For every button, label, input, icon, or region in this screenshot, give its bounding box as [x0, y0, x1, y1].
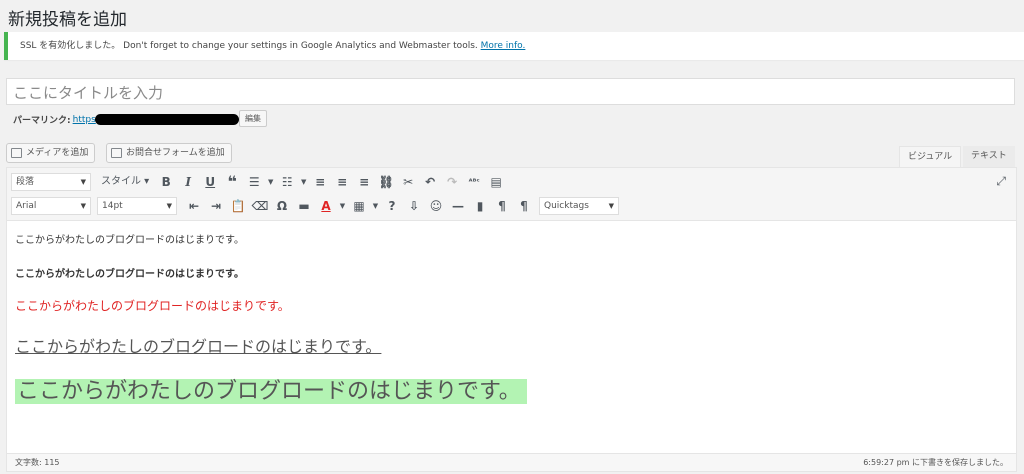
highlighted-text: ここからがわたしのブログロードのはじまりです。: [15, 379, 527, 404]
align-right-icon[interactable]: ≡: [353, 172, 375, 192]
chevron-down-icon[interactable]: ▼: [298, 172, 309, 192]
table-icon[interactable]: ▦: [348, 196, 370, 216]
post-title-input[interactable]: ここにタイトルを入力: [6, 78, 1015, 105]
add-form-button[interactable]: お問合せフォームを追加: [106, 143, 232, 163]
redo-icon[interactable]: ↷: [441, 172, 463, 192]
font-family-value: Arial: [16, 201, 37, 211]
add-media-button[interactable]: メディアを追加: [6, 143, 96, 163]
editor-statusbar: 文字数: 115 6:59:27 pm に下書きを保存しました。: [7, 453, 1016, 471]
help-icon[interactable]: ?: [381, 196, 403, 216]
redacted-url: [95, 114, 239, 125]
insert-icon[interactable]: ⇩: [403, 196, 425, 216]
text-color-icon[interactable]: A: [315, 196, 337, 216]
unlink-icon[interactable]: ✂: [397, 172, 419, 192]
special-char-icon[interactable]: Ω: [271, 196, 293, 216]
outdent-icon[interactable]: ⇤: [183, 196, 205, 216]
notice-text: SSL を有効化しました。 Don't forget to change you…: [20, 41, 478, 51]
paste-text-icon[interactable]: 📋: [227, 196, 249, 216]
underline-icon[interactable]: U: [199, 172, 221, 192]
styles-label: スタイル: [101, 176, 141, 187]
link-icon[interactable]: ⛓: [375, 172, 397, 192]
media-icon: [11, 148, 22, 158]
permalink-label: パーマリンク:: [13, 116, 71, 126]
numbered-list-icon[interactable]: ☷: [276, 172, 298, 192]
horizontal-line-icon[interactable]: ▬: [293, 196, 315, 216]
chevron-down-icon[interactable]: ▼: [265, 172, 276, 192]
fullscreen-icon[interactable]: ⤢: [996, 174, 1006, 189]
editor-toolbar: 段落 ▼ スタイル ▾ B I U ❝ ☰ ▼ ☷ ▼ ≡ ≡ ≡ ⛓ ✂ ↶ ↷…: [7, 168, 1016, 221]
bullet-list-icon[interactable]: ☰: [243, 172, 265, 192]
add-media-label: メディアを追加: [26, 148, 89, 158]
page-title: 新規投稿を追加: [8, 10, 127, 30]
bold-icon[interactable]: B: [155, 172, 177, 192]
font-size-select[interactable]: 14pt ▼: [97, 197, 177, 215]
clear-formatting-icon[interactable]: ⌫: [249, 196, 271, 216]
page-break-icon[interactable]: ▮: [469, 196, 491, 216]
content-line-red: ここからがわたしのブログロードのはじまりです。: [15, 299, 290, 313]
indent-icon[interactable]: ⇥: [205, 196, 227, 216]
quicktags-select[interactable]: Quicktags ▼: [539, 197, 619, 215]
draft-saved-status: 6:59:27 pm に下書きを保存しました。: [863, 458, 1008, 467]
paragraph-icon[interactable]: ¶: [491, 196, 513, 216]
form-icon: [111, 148, 122, 158]
font-size-value: 14pt: [102, 201, 123, 211]
tab-text[interactable]: テキスト: [963, 146, 1015, 167]
permalink-row: パーマリンク: https: [13, 113, 96, 127]
more-info-link[interactable]: More info.: [481, 41, 526, 51]
undo-icon[interactable]: ↶: [419, 172, 441, 192]
permalink-url[interactable]: https: [73, 115, 96, 125]
spellcheck-icon[interactable]: ᴬᴮᶜ: [463, 172, 485, 192]
permalink-edit-button[interactable]: 編集: [239, 110, 267, 127]
add-form-label: お問合せフォームを追加: [126, 148, 225, 158]
italic-icon[interactable]: I: [177, 172, 199, 192]
tab-visual[interactable]: ビジュアル: [899, 146, 962, 167]
chevron-down-icon[interactable]: ▼: [337, 196, 348, 216]
content-line-underline: ここからがわたしのブログロードのはじまりです。: [15, 337, 382, 356]
ssl-notice: SSL を有効化しました。 Don't forget to change you…: [4, 32, 1024, 60]
toolbar-toggle-icon[interactable]: ▤: [485, 172, 507, 192]
more-tag-icon[interactable]: —: [447, 196, 469, 216]
align-left-icon[interactable]: ≡: [309, 172, 331, 192]
content-line-bold: ここからがわたしのブログロードのはじまりです。: [15, 269, 244, 280]
format-select-value: 段落: [16, 177, 35, 187]
emoji-icon[interactable]: ☺: [425, 196, 447, 216]
rtl-paragraph-icon[interactable]: ¶: [513, 196, 535, 216]
editor-content[interactable]: ここからがわたしのブログロードのはじまりです。 ここからがわたしのブログロードの…: [7, 222, 1016, 454]
chevron-down-icon[interactable]: ▼: [370, 196, 381, 216]
editor: 段落 ▼ スタイル ▾ B I U ❝ ☰ ▼ ☷ ▼ ≡ ≡ ≡ ⛓ ✂ ↶ ↷…: [6, 167, 1017, 472]
align-center-icon[interactable]: ≡: [331, 172, 353, 192]
content-line-normal: ここからがわたしのブログロードのはじまりです。: [15, 235, 244, 246]
blockquote-icon[interactable]: ❝: [221, 172, 243, 192]
font-family-select[interactable]: Arial ▼: [11, 197, 91, 215]
format-select[interactable]: 段落 ▼: [11, 173, 91, 191]
content-line-highlight: ここからがわたしのブログロードのはじまりです。: [15, 373, 1008, 405]
word-count: 文字数: 115: [15, 458, 60, 467]
quicktags-value: Quicktags: [544, 201, 589, 211]
styles-dropdown[interactable]: スタイル ▾: [97, 172, 155, 192]
